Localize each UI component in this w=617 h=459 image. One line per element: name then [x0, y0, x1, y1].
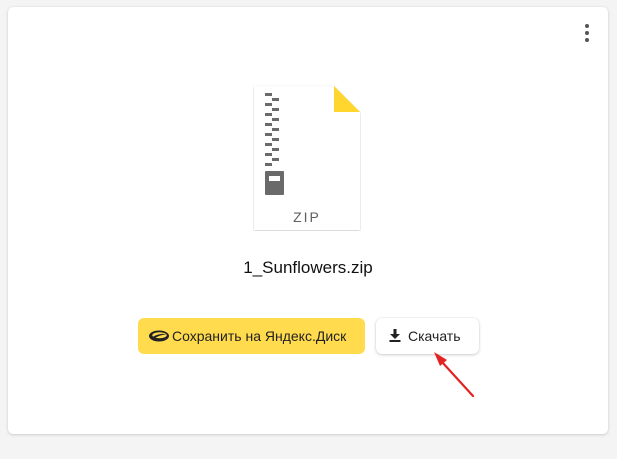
download-icon: [389, 329, 401, 342]
dot-icon: [585, 24, 589, 28]
save-to-yandex-disk-button[interactable]: Сохранить на Яндекс.Диск: [138, 318, 365, 354]
zip-file-icon: ZIP: [253, 85, 361, 231]
dot-icon: [585, 31, 589, 35]
file-name: 1_Sunflowers.zip: [243, 258, 373, 277]
download-button[interactable]: Скачать: [376, 318, 479, 354]
file-card: ZIP 1_Sunflowers.zip Сохранить на Яндекс…: [8, 7, 608, 434]
dot-icon: [585, 38, 589, 42]
save-button-label: Сохранить на Яндекс.Диск: [172, 328, 347, 344]
more-options-button[interactable]: [580, 21, 594, 45]
yandex-disk-icon: [149, 330, 169, 342]
download-button-label: Скачать: [408, 328, 461, 344]
file-type-label: ZIP: [293, 209, 321, 225]
